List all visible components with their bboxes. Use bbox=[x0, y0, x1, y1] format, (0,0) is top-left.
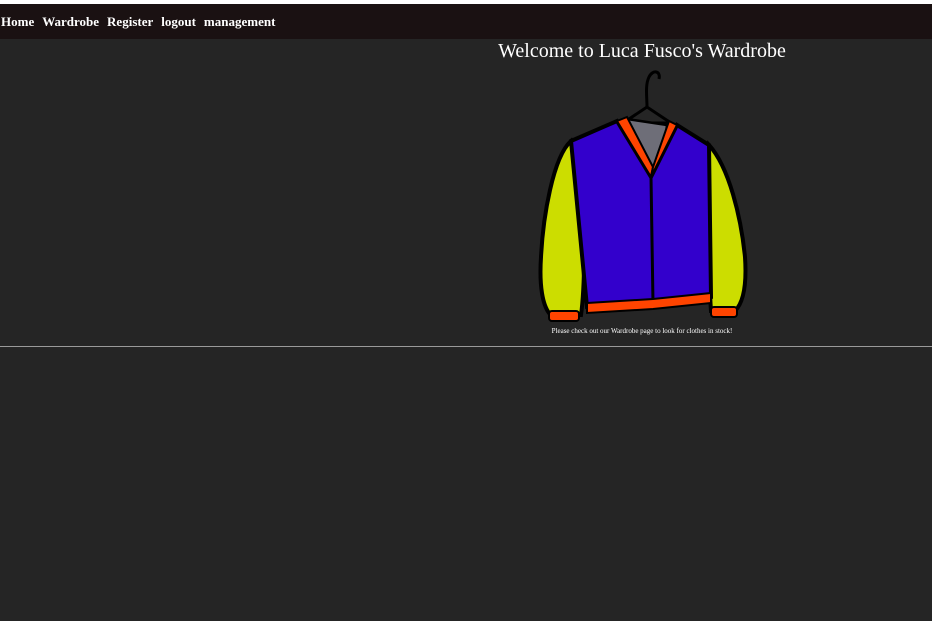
hero-section: Welcome to Luca Fusco's Wardrobe Please … bbox=[0, 39, 932, 346]
jacket-on-hanger-icon bbox=[538, 70, 748, 322]
content-area bbox=[0, 347, 932, 621]
nav-link-logout[interactable]: logout bbox=[161, 14, 196, 30]
top-navbar: Home Wardrobe Register logout management bbox=[0, 4, 932, 39]
nav-link-management[interactable]: management bbox=[204, 14, 276, 30]
nav-link-wardrobe[interactable]: Wardrobe bbox=[42, 14, 99, 30]
nav-link-register[interactable]: Register bbox=[107, 14, 153, 30]
page: Home Wardrobe Register logout management… bbox=[0, 4, 932, 621]
hero-caption: Please check out our Wardrobe page to lo… bbox=[551, 327, 733, 335]
nav-link-home[interactable]: Home bbox=[1, 14, 34, 30]
page-title: Welcome to Luca Fusco's Wardrobe bbox=[498, 40, 786, 62]
